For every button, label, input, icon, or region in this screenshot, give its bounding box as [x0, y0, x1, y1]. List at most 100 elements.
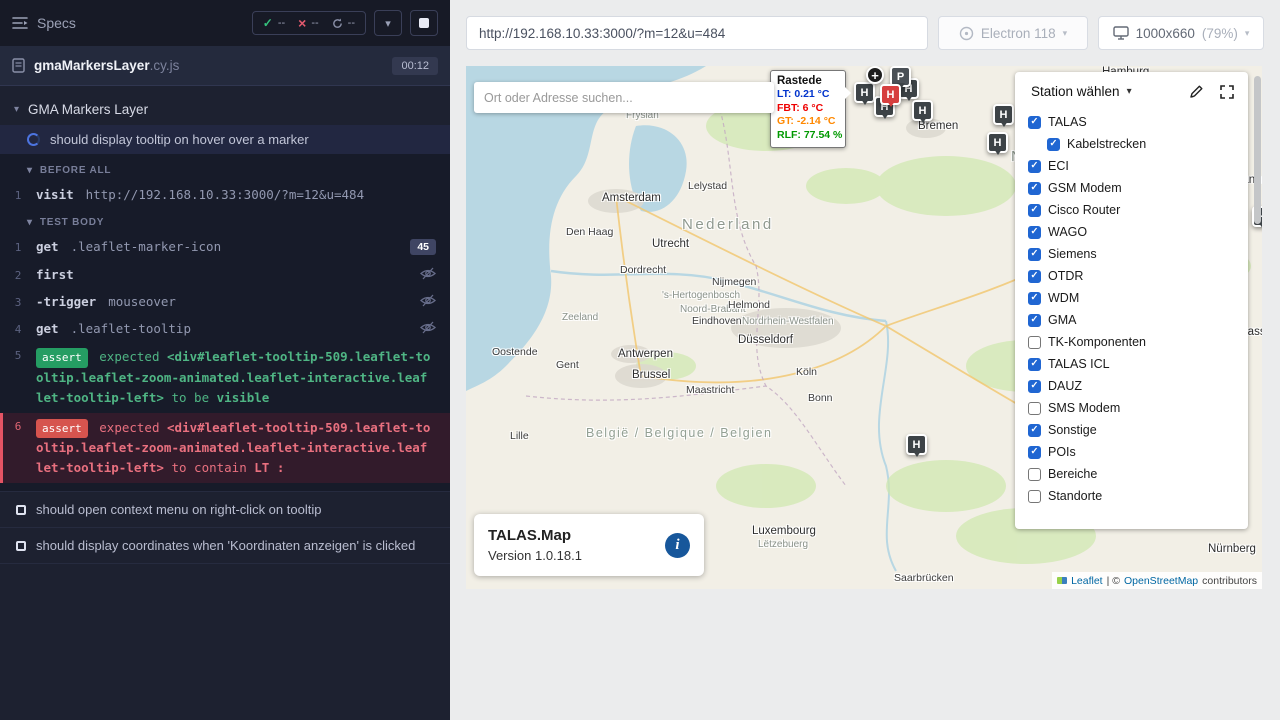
- attribution-suffix: contributors: [1202, 575, 1257, 587]
- map-label: Nordrhein-Westfalen: [742, 316, 834, 327]
- pending-test-title: should open context menu on right-click …: [36, 502, 321, 517]
- map-label: België / Belgique / Belgien: [586, 426, 772, 440]
- checkbox[interactable]: [1028, 446, 1041, 459]
- station-item[interactable]: GMA: [1015, 309, 1248, 331]
- checkbox[interactable]: [1028, 424, 1041, 437]
- command-row-first[interactable]: 2 first: [0, 261, 450, 288]
- checkbox[interactable]: [1028, 270, 1041, 283]
- pending-test-row[interactable]: should display coordinates when 'Koordin…: [0, 527, 450, 564]
- specs-menu-icon[interactable]: [12, 16, 28, 30]
- command-name: first: [36, 267, 74, 282]
- station-dropdown-label: Station wählen: [1031, 84, 1120, 99]
- map-label: Bonn: [808, 392, 833, 404]
- station-label: WDM: [1048, 291, 1079, 305]
- checkbox[interactable]: [1028, 116, 1041, 129]
- chevron-down-icon: ▾: [1127, 86, 1132, 97]
- assert-row-passed[interactable]: 5 assert expected <div#leaflet-tooltip-5…: [0, 342, 450, 413]
- station-dropdown[interactable]: Station wählen ▾: [1031, 84, 1132, 99]
- info-icon[interactable]: i: [665, 533, 690, 558]
- command-row-trigger[interactable]: 3 -trigger mouseover: [0, 288, 450, 315]
- command-row-get[interactable]: 1 get .leaflet-marker-icon 45: [0, 233, 450, 261]
- station-item[interactable]: POIs: [1015, 441, 1248, 463]
- map-label: Gent: [556, 359, 579, 371]
- map-marker-h[interactable]: H: [987, 132, 1008, 153]
- edit-pencil-icon[interactable]: [1189, 84, 1204, 99]
- test-body-header[interactable]: ▾ TEST BODY: [0, 208, 450, 233]
- collapse-button[interactable]: ▾: [374, 10, 402, 36]
- browser-select[interactable]: Electron 118 ▾: [938, 16, 1088, 50]
- station-item[interactable]: Standorte: [1015, 485, 1248, 507]
- station-item[interactable]: DAUZ: [1015, 375, 1248, 397]
- map-marker-h[interactable]: H: [906, 434, 927, 455]
- checkbox[interactable]: [1028, 292, 1041, 305]
- map-marker-h[interactable]: H: [993, 104, 1014, 125]
- url-input[interactable]: [466, 16, 928, 50]
- station-item[interactable]: TK-Komponenten: [1015, 331, 1248, 353]
- checkbox[interactable]: [1028, 248, 1041, 261]
- active-test-row[interactable]: should display tooltip on hover over a m…: [0, 125, 450, 154]
- checkbox[interactable]: [1028, 468, 1041, 481]
- map-search-input[interactable]: [474, 82, 774, 113]
- station-label: TALAS ICL: [1048, 357, 1110, 371]
- checkbox[interactable]: [1028, 336, 1041, 349]
- command-number: 1: [0, 239, 36, 254]
- specs-label[interactable]: Specs: [37, 15, 76, 31]
- checkbox[interactable]: [1047, 138, 1060, 151]
- station-label: GSM Modem: [1048, 181, 1122, 195]
- station-item[interactable]: Sonstige: [1015, 419, 1248, 441]
- map-marker-h[interactable]: H: [854, 82, 875, 103]
- checkbox[interactable]: [1028, 204, 1041, 217]
- station-item[interactable]: Siemens: [1015, 243, 1248, 265]
- map-label: Lelystad: [688, 180, 727, 192]
- leaflet-map[interactable]: HamburgBremenNiedersachsenHannoverFryslâ…: [466, 66, 1262, 589]
- map-marker-plus[interactable]: +: [866, 66, 884, 84]
- command-row-visit[interactable]: 1 visit http://192.168.10.33:3000/?m=12&…: [0, 181, 450, 208]
- station-label: WAGO: [1048, 225, 1087, 239]
- station-item[interactable]: Bereiche: [1015, 463, 1248, 485]
- checkbox[interactable]: [1028, 358, 1041, 371]
- station-label: Bereiche: [1048, 467, 1097, 481]
- checkbox[interactable]: [1028, 380, 1041, 393]
- leaflet-tooltip[interactable]: Rastede LT: 0.21 °C FBT: 6 °C GT: -2.14 …: [770, 70, 846, 148]
- station-item[interactable]: TALAS ICL: [1015, 353, 1248, 375]
- map-label: Zeeland: [562, 312, 598, 323]
- pending-test-icon: [16, 541, 26, 551]
- station-item[interactable]: OTDR: [1015, 265, 1248, 287]
- station-item[interactable]: GSM Modem: [1015, 177, 1248, 199]
- command-row-get-tooltip[interactable]: 4 get .leaflet-tooltip: [0, 315, 450, 342]
- assert-row-failed[interactable]: 6 assert expected <div#leaflet-tooltip-5…: [0, 413, 450, 484]
- command-name: visit: [36, 187, 74, 202]
- spec-name[interactable]: gmaMarkersLayer: [34, 58, 150, 73]
- pending-test-row[interactable]: should open context menu on right-click …: [0, 491, 450, 527]
- fullscreen-icon[interactable]: [1220, 85, 1234, 99]
- spec-timer: 00:12: [392, 57, 438, 75]
- checkbox[interactable]: [1028, 314, 1041, 327]
- station-item[interactable]: Kabelstrecken: [1015, 133, 1248, 155]
- map-marker-h[interactable]: H: [912, 100, 933, 121]
- map-label: Oostende: [492, 346, 538, 358]
- station-item[interactable]: TALAS: [1015, 111, 1248, 133]
- before-all-header[interactable]: ▾ BEFORE ALL: [0, 156, 450, 181]
- checkbox[interactable]: [1028, 226, 1041, 239]
- command-message: .leaflet-tooltip: [71, 321, 191, 336]
- scrollbar-thumb[interactable]: [1254, 76, 1261, 224]
- station-label: GMA: [1048, 313, 1076, 327]
- checkbox[interactable]: [1028, 160, 1041, 173]
- station-item[interactable]: ECI: [1015, 155, 1248, 177]
- map-marker-red[interactable]: H: [880, 84, 901, 105]
- command-name: get: [36, 321, 59, 336]
- viewport-select[interactable]: 1000x660 (79%) ▾: [1098, 16, 1264, 50]
- station-item[interactable]: Cisco Router: [1015, 199, 1248, 221]
- station-item[interactable]: SMS Modem: [1015, 397, 1248, 419]
- station-item[interactable]: WDM: [1015, 287, 1248, 309]
- osm-link[interactable]: OpenStreetMap: [1124, 575, 1198, 587]
- suite-row[interactable]: ▾ GMA Markers Layer: [0, 94, 450, 125]
- checkbox[interactable]: [1028, 182, 1041, 195]
- station-label: TK-Komponenten: [1048, 335, 1146, 349]
- checkbox[interactable]: [1028, 490, 1041, 503]
- stop-button[interactable]: [410, 10, 438, 36]
- checkbox[interactable]: [1028, 402, 1041, 415]
- leaflet-link[interactable]: Leaflet: [1071, 575, 1103, 587]
- station-item[interactable]: WAGO: [1015, 221, 1248, 243]
- assert-badge: assert: [36, 419, 88, 439]
